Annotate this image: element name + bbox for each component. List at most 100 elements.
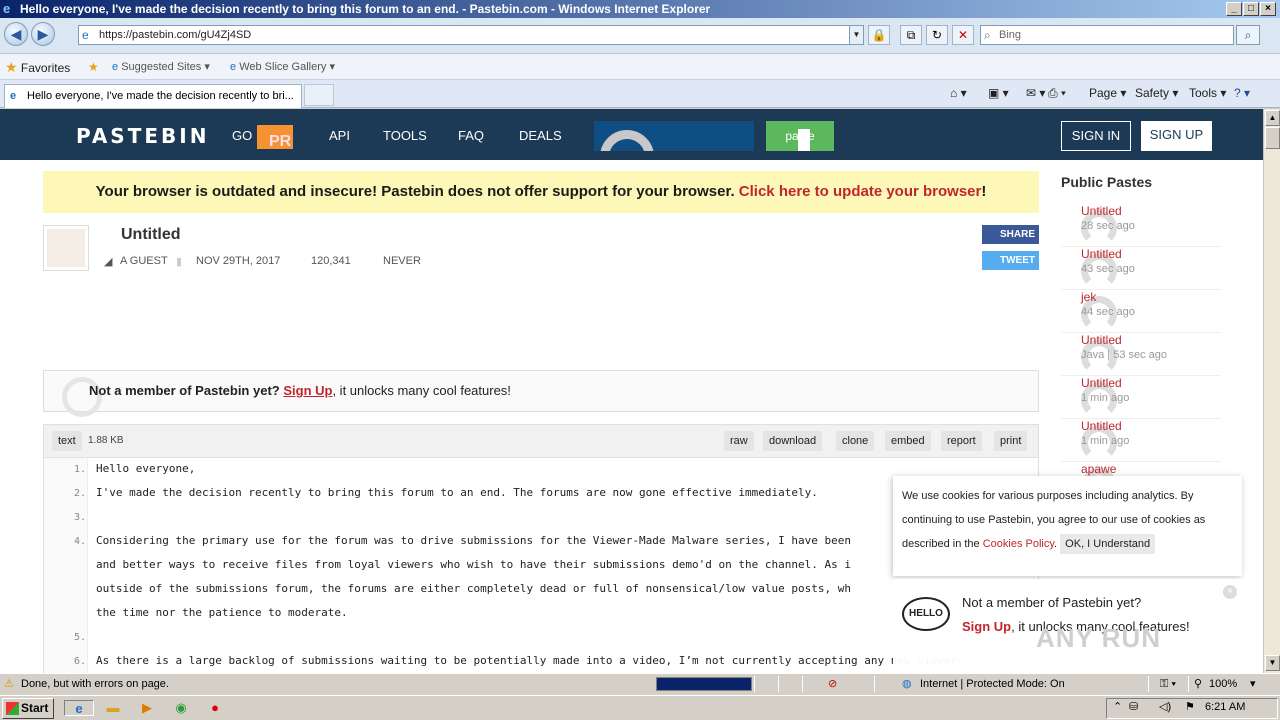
paste-button[interactable]: paste: [766, 121, 834, 151]
maximize-button[interactable]: □: [1243, 2, 1259, 16]
public-paste-item[interactable]: Untitled 28 sec ago: [1061, 204, 1221, 247]
new-tab-button[interactable]: [304, 84, 334, 106]
public-paste-item[interactable]: jek 44 sec ago: [1061, 290, 1221, 333]
sign-in-button[interactable]: SIGN IN: [1061, 121, 1131, 151]
nav-go[interactable]: GO: [232, 128, 252, 143]
scroll-thumb[interactable]: [1265, 127, 1280, 149]
start-button[interactable]: Start: [2, 698, 54, 719]
print-button[interactable]: print: [994, 431, 1028, 451]
zoom-level[interactable]: 100%: [1209, 674, 1237, 694]
public-paste-item[interactable]: Untitled 43 sec ago: [1061, 247, 1221, 290]
compat-view-icon[interactable]: ⧉: [900, 25, 922, 45]
paste-item-title[interactable]: Untitled: [1081, 204, 1122, 218]
cookie-banner: We use cookies for various purposes incl…: [893, 476, 1242, 576]
progress-fill: [657, 678, 751, 690]
feeds-icon[interactable]: ▣ ▾: [988, 86, 1009, 100]
web-slice-gallery-link[interactable]: e Web Slice Gallery ▾: [230, 59, 335, 75]
media-player-icon[interactable]: ▶: [138, 700, 156, 716]
public-paste-item[interactable]: Untitled Java | 53 sec ago: [1061, 333, 1221, 376]
scroll-down-icon[interactable]: ▼: [1265, 655, 1280, 671]
paste-item-title[interactable]: jek: [1081, 290, 1096, 304]
mail-icon[interactable]: ✉ ▾: [1026, 86, 1045, 100]
warning-icon[interactable]: ⚠: [4, 674, 14, 694]
share-button[interactable]: SHARE: [982, 225, 1039, 244]
ie-taskbar-icon[interactable]: e: [64, 700, 94, 716]
syntax-tag[interactable]: text: [52, 431, 82, 451]
public-paste-item[interactable]: Untitled 1 min ago: [1061, 419, 1221, 462]
report-button[interactable]: report: [941, 431, 982, 451]
home-icon[interactable]: ⌂ ▾: [950, 86, 967, 100]
flag-tray-icon[interactable]: ⚑: [1185, 700, 1195, 713]
print-icon[interactable]: ⎙ ▾: [1048, 86, 1066, 101]
nav-deals[interactable]: DEALS: [519, 128, 562, 143]
popup-signup-link[interactable]: Sign Up: [962, 619, 1011, 634]
paste-item-title[interactable]: Untitled: [1081, 333, 1122, 347]
popup-close-icon[interactable]: ×: [1223, 585, 1237, 599]
suggested-sites-link[interactable]: e Suggested Sites ▾: [112, 59, 210, 75]
close-button[interactable]: ×: [1260, 2, 1276, 16]
update-browser-link[interactable]: Click here to update your browser: [739, 183, 982, 200]
security-app-icon[interactable]: ●: [206, 700, 224, 716]
help-icon[interactable]: ? ▾: [1234, 86, 1250, 100]
chrome-icon[interactable]: ◉: [172, 700, 190, 716]
paste-item-title[interactable]: Untitled: [1081, 247, 1122, 261]
protected-mode-icon[interactable]: ⚿ ▾: [1160, 674, 1176, 694]
forward-button[interactable]: ▶: [31, 22, 55, 46]
security-zone[interactable]: Internet | Protected Mode: On: [920, 674, 1065, 694]
paste-author[interactable]: A GUEST: [120, 255, 168, 267]
code-line: outside of the submissions forum, the fo…: [96, 582, 851, 595]
back-button[interactable]: ◀: [4, 22, 28, 46]
public-paste-item[interactable]: Untitled 1 min ago: [1061, 376, 1221, 419]
zoom-dropdown-icon[interactable]: ▾: [1250, 674, 1256, 694]
browser-tab[interactable]: e Hello everyone, I've made the decision…: [4, 84, 302, 108]
address-dropdown-icon[interactable]: ▼: [849, 26, 863, 44]
ie-icon: e: [3, 1, 11, 16]
promo-badge[interactable]: PR: [257, 125, 293, 149]
minimize-button[interactable]: _: [1226, 2, 1242, 16]
raw-button[interactable]: raw: [724, 431, 754, 451]
line-number: 6.: [73, 656, 86, 667]
site-search-box[interactable]: [594, 121, 754, 151]
safety-menu[interactable]: Safety ▾: [1135, 86, 1178, 100]
nav-api[interactable]: API: [329, 128, 350, 143]
site-logo[interactable]: PASTEBIN: [76, 124, 209, 148]
clock[interactable]: 6:21 AM: [1205, 701, 1245, 713]
paste-item-title[interactable]: Untitled: [1081, 419, 1122, 433]
paste-item-title[interactable]: Untitled: [1081, 376, 1122, 390]
folder-icon[interactable]: ▬: [104, 700, 122, 716]
page-menu[interactable]: Page ▾: [1089, 86, 1126, 100]
address-bar[interactable]: e https://pastebin.com/gU4Zj4SD ▼: [78, 25, 864, 45]
embed-button[interactable]: embed: [885, 431, 931, 451]
search-button[interactable]: ⌕: [1236, 25, 1260, 45]
paste-item-meta: 28 sec ago: [1081, 220, 1135, 232]
favorites-button[interactable]: ★ Favorites: [5, 59, 70, 76]
add-favorites-icon[interactable]: ★: [88, 59, 99, 75]
volume-icon[interactable]: ◁): [1159, 700, 1171, 713]
refresh-icon[interactable]: ↻: [926, 25, 948, 45]
popup-blocker-icon[interactable]: ⊘: [828, 674, 837, 694]
sign-up-button[interactable]: SIGN UP: [1141, 121, 1212, 151]
vertical-scrollbar[interactable]: ▲ ▼: [1263, 109, 1280, 673]
tray-expand-icon[interactable]: ⌃: [1113, 700, 1122, 713]
popup-question: Not a member of Pastebin yet?: [962, 595, 1142, 610]
stop-icon[interactable]: ✕: [952, 25, 974, 45]
tools-menu[interactable]: Tools ▾: [1189, 86, 1226, 100]
suggested-sites-label: Suggested Sites: [121, 61, 202, 73]
tab-row: e Hello everyone, I've made the decision…: [0, 80, 1280, 108]
paste-item-title[interactable]: apawe: [1081, 462, 1116, 476]
download-button[interactable]: download: [763, 431, 823, 451]
cookie-ok-button[interactable]: OK, I Understand: [1060, 534, 1156, 554]
network-icon[interactable]: ⛁: [1129, 700, 1138, 713]
clone-button[interactable]: clone: [836, 431, 875, 451]
lock-icon[interactable]: 🔒: [868, 25, 890, 45]
nav-faq[interactable]: FAQ: [458, 128, 484, 143]
cookies-policy-link[interactable]: Cookies Policy: [983, 538, 1054, 550]
paste-item-meta: Java | 53 sec ago: [1081, 349, 1168, 361]
notice-signup-link[interactable]: Sign Up: [283, 383, 332, 398]
tweet-button[interactable]: TWEET: [982, 251, 1039, 270]
search-input[interactable]: ⌕ Bing: [980, 25, 1234, 45]
scroll-up-icon[interactable]: ▲: [1265, 110, 1280, 126]
line-number: 4.: [73, 536, 86, 547]
nav-tools[interactable]: TOOLS: [383, 128, 427, 143]
cursor-icon: [798, 129, 810, 151]
